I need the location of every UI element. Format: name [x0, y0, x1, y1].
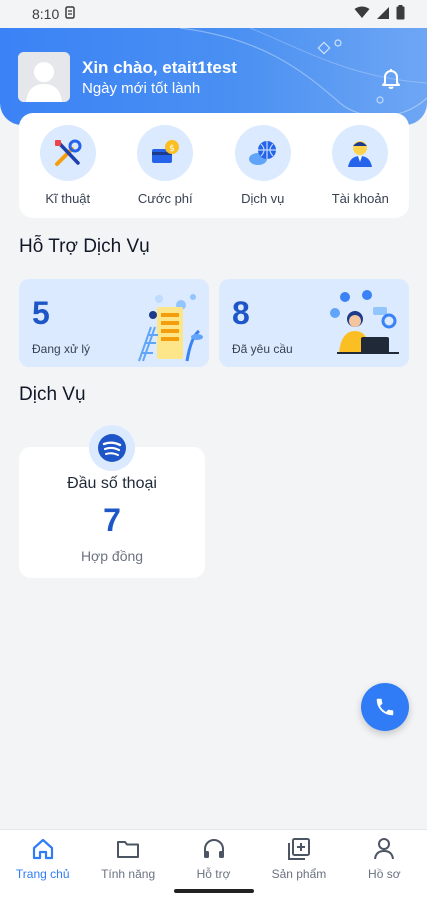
avatar[interactable] [18, 52, 70, 102]
support-section-title: Hỗ Trợ Dịch Vụ [19, 236, 150, 257]
nav-label: Sản phẩm [271, 867, 327, 881]
add-box-icon [287, 838, 310, 860]
quick-action-label: Kĩ thuật [45, 191, 91, 206]
nav-item-features[interactable]: Tính năng [85, 830, 170, 884]
nav-item-home[interactable]: Trang chủ [0, 830, 85, 884]
nav-label: Trang chủ [15, 867, 70, 881]
support-label: Đã yêu cầu [232, 342, 293, 356]
nav-label: Tính năng [101, 867, 156, 881]
support-agent-illustration-icon [330, 290, 399, 354]
phone-icon [376, 698, 394, 716]
greeting-text: Xin chào, etait1test [82, 58, 237, 77]
support-count: 5 [32, 295, 50, 331]
quick-action-label: Tài khoản [331, 191, 389, 206]
quick-action-account[interactable]: Tài khoản [320, 125, 400, 218]
services-section-title: Dịch Vụ [19, 384, 86, 405]
battery-icon [396, 5, 405, 23]
cloud-globe-icon [234, 125, 291, 181]
support-card-requested[interactable]: 8 Đã yêu cầu [219, 279, 409, 367]
support-card-processing[interactable]: 5 Đang xử lý [19, 279, 209, 367]
call-button[interactable] [361, 683, 409, 731]
notification-bell-icon[interactable] [379, 66, 403, 90]
quick-action-technical[interactable]: Kĩ thuật [28, 125, 108, 218]
signal-icon [376, 6, 390, 23]
header-banner: Xin chào, etait1test Ngày mới tốt lành [0, 28, 427, 125]
quick-actions-card: Kĩ thuật $ Cước phí Dịch vụ Tài khoản [19, 113, 409, 218]
nav-item-support[interactable]: Hỗ trợ [171, 830, 256, 884]
quick-action-fees[interactable]: $ Cước phí [125, 125, 205, 218]
payment-icon: $ [137, 125, 194, 181]
account-icon [332, 125, 389, 181]
support-label: Đang xử lý [32, 342, 91, 356]
service-card-phone-number[interactable]: Đầu số thoại 7 Hợp đồng [19, 425, 205, 578]
quick-action-services[interactable]: Dịch vụ [223, 125, 303, 218]
tools-icon [39, 125, 96, 181]
service-name: Đầu số thoại [67, 475, 157, 492]
nav-item-products[interactable]: Sản phẩm [256, 830, 341, 884]
documents-illustration-icon [138, 294, 203, 362]
person-icon [374, 838, 395, 860]
quick-action-label: Cước phí [137, 191, 193, 206]
wifi-icon [354, 6, 370, 22]
quick-action-label: Dịch vụ [241, 191, 285, 206]
nav-label: Hồ sơ [368, 867, 401, 881]
status-bar: 8:10 [0, 0, 427, 28]
nav-label: Hỗ trợ [196, 867, 231, 881]
headset-icon [203, 839, 224, 858]
home-gesture-handle[interactable] [174, 889, 254, 893]
home-icon [32, 838, 53, 860]
greeting-subtitle: Ngày mới tốt lành [82, 80, 201, 97]
status-time: 8:10 [32, 6, 60, 22]
bottom-navigation: Trang chủ Tính năng Hỗ trợ Sản phẩm Hồ s… [0, 829, 427, 884]
service-count: 7 [103, 502, 121, 538]
nav-item-profile[interactable]: Hồ sơ [342, 830, 427, 884]
gesture-bar [0, 884, 427, 900]
service-sub-label: Hợp đồng [80, 548, 144, 564]
folder-icon [117, 841, 140, 858]
phone-number-icon [89, 425, 135, 471]
sim-icon [65, 6, 75, 22]
svg-text:$: $ [169, 144, 175, 154]
support-count: 8 [232, 295, 250, 331]
